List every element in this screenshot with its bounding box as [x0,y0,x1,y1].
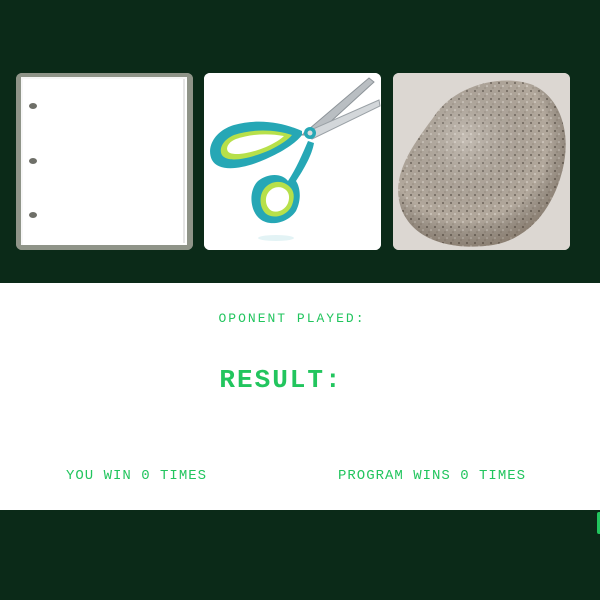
player-score: YOU WIN 0 TIMES [66,468,208,484]
rock-choice-button[interactable] [393,73,570,250]
opponent-played-label: OPONENT PLAYED: [218,311,366,326]
results-panel: OPONENT PLAYED: RESULT: YOU WIN 0 TIMES … [0,283,600,510]
result-label: RESULT: [219,365,343,395]
rock-icon [393,73,570,250]
choice-bar [0,0,600,283]
bottom-bar [0,510,600,600]
scissors-choice-button[interactable] [204,73,381,250]
scissors-icon [204,73,381,250]
program-score: PROGRAM WINS 0 TIMES [338,468,527,484]
paper-icon [16,73,193,250]
paper-choice-button[interactable] [16,73,193,250]
game-page: OPONENT PLAYED: RESULT: YOU WIN 0 TIMES … [0,0,600,600]
